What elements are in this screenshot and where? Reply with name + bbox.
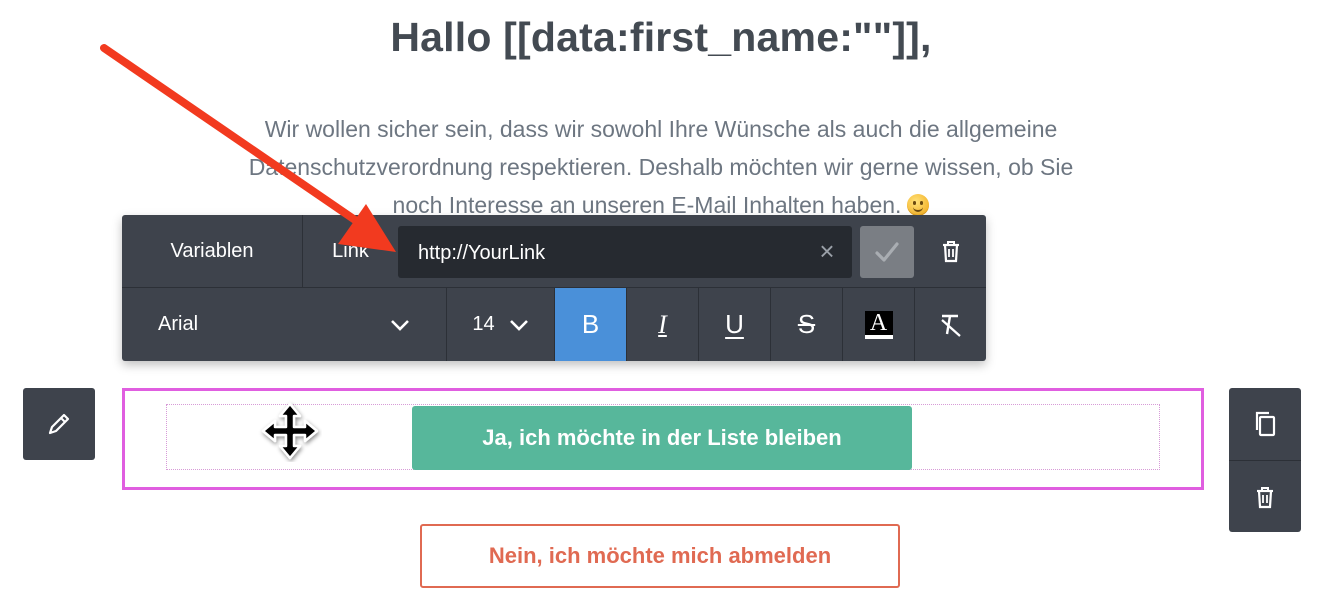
link-input-wrap: × [398, 226, 852, 280]
pencil-icon [48, 413, 70, 435]
clear-format-icon [940, 314, 961, 337]
bold-button[interactable]: B [555, 288, 626, 361]
confirm-link-button[interactable] [860, 226, 914, 278]
text-color-button[interactable]: A [843, 288, 914, 361]
variables-button[interactable]: Variablen [122, 215, 302, 287]
italic-button[interactable]: I [627, 288, 698, 361]
toolbar-row-link: Variablen Link × [122, 215, 986, 288]
font-family-select[interactable]: Arial [122, 288, 446, 361]
underline-button[interactable]: U [699, 288, 770, 361]
close-icon[interactable]: × [814, 238, 840, 264]
font-size-value: 14 [472, 313, 495, 335]
strikethrough-button[interactable]: S [771, 288, 842, 361]
smile-emoji-icon [907, 194, 930, 216]
checkmark-icon [875, 242, 899, 262]
text-format-toolbar: Variablen Link × Arial 14 B I U [122, 215, 986, 361]
chevron-down-icon [391, 319, 409, 331]
copy-icon [1255, 411, 1276, 437]
block-actions-panel [1229, 388, 1301, 532]
link-url-input[interactable] [416, 226, 810, 280]
toolbar-row-format: Arial 14 B I U S A [122, 288, 986, 361]
italic-label: I [658, 309, 667, 339]
chevron-down-icon [509, 319, 528, 331]
font-size-select[interactable]: 14 [447, 288, 554, 361]
email-heading: Hallo [[data:first_name:""]], [390, 14, 932, 60]
link-tab[interactable]: Link [303, 215, 398, 287]
move-icon[interactable] [258, 400, 322, 462]
delete-link-button[interactable] [924, 215, 978, 287]
stay-on-list-button[interactable]: Ja, ich möchte in der Liste bleiben [412, 406, 912, 470]
trash-icon [943, 241, 959, 263]
duplicate-block-button[interactable] [1229, 388, 1301, 460]
trash-icon [1257, 487, 1273, 509]
body-line-2: Datenschutzverordnung respektieren. Desh… [248, 154, 1074, 180]
body-line-1: Wir wollen sicher sein, dass wir sowohl … [264, 116, 1058, 142]
delete-block-button[interactable] [1229, 461, 1301, 533]
font-family-value: Arial [158, 313, 199, 335]
clear-format-button[interactable] [915, 288, 986, 361]
email-body-text: Wir wollen sicher sein, dass wir sowohl … [160, 110, 1162, 224]
unsubscribe-button[interactable]: Nein, ich möchte mich abmelden [420, 524, 900, 588]
text-color-label: A [864, 310, 893, 339]
edit-block-button[interactable] [23, 388, 95, 460]
